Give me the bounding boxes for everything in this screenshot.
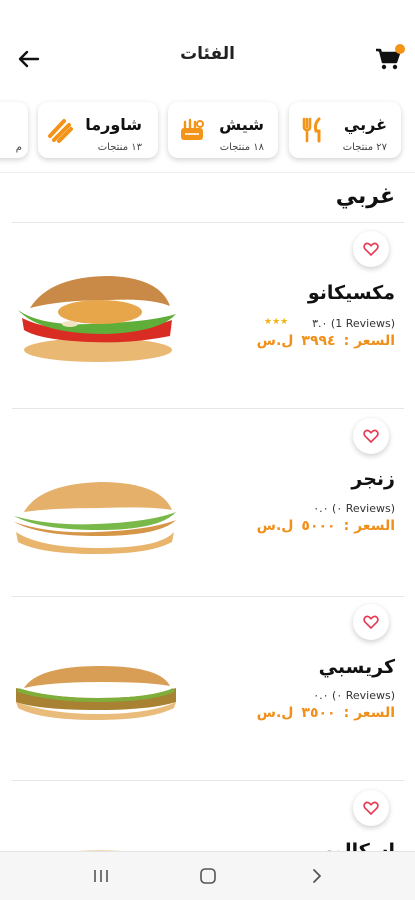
category-card-partial[interactable]: م	[0, 102, 28, 158]
heart-icon	[363, 801, 379, 816]
category-name: غربي	[343, 115, 387, 134]
price-label: السعر :	[343, 705, 395, 721]
category-card-shawarma[interactable]: شاورما ١٣ منتجات	[38, 102, 158, 158]
product-name: مكسيكانو	[307, 282, 395, 304]
category-count: ١٣ منتجات	[97, 142, 142, 153]
heart-icon	[363, 429, 379, 444]
favorite-button[interactable]	[353, 604, 389, 640]
favorite-button[interactable]	[353, 790, 389, 826]
chevron-back-icon	[313, 869, 321, 883]
app-header: الفئات	[0, 0, 415, 100]
product-image	[10, 470, 180, 570]
currency: ل.س	[256, 518, 294, 534]
category-name: شيش	[219, 115, 264, 134]
divider	[12, 408, 404, 409]
fork-knife-icon	[302, 117, 321, 143]
system-nav-bar	[0, 851, 415, 900]
product-name: زنجر	[351, 468, 395, 490]
system-back-button[interactable]	[302, 864, 332, 888]
divider	[12, 222, 404, 223]
product-reviews: ٠.٠ (٠ Reviews)	[313, 502, 395, 515]
price-row: السعر : ٥٠٠٠ ل.س	[249, 518, 395, 534]
heart-icon	[363, 615, 379, 630]
grill-icon	[181, 118, 204, 140]
favorite-button[interactable]	[353, 418, 389, 454]
category-strip[interactable]: غربي ٢٧ منتجات شيش ١٨ منتجات شاورما ١٣ م…	[0, 96, 415, 166]
price-label: السعر :	[343, 518, 395, 534]
product-name: كريسبي	[318, 656, 395, 678]
category-card-shish[interactable]: شيش ١٨ منتجات	[168, 102, 278, 158]
price-row: السعر : ٣٥٠٠ ل.س	[249, 705, 395, 721]
shawarma-icon	[48, 119, 73, 143]
price-value: ٣٥٠٠	[301, 705, 336, 721]
product-image	[10, 650, 180, 750]
recents-button[interactable]	[86, 864, 116, 888]
currency: ل.س	[256, 333, 294, 349]
price-row: السعر : ٣٩٩٤ ل.س	[249, 333, 395, 349]
category-count: ١٨ منتجات	[219, 142, 264, 153]
divider	[12, 780, 404, 781]
divider	[12, 596, 404, 597]
category-count: م	[15, 142, 22, 153]
home-icon	[200, 868, 216, 884]
cart-badge	[395, 44, 405, 54]
category-name: شاورما	[85, 115, 142, 134]
category-card-gharbi[interactable]: غربي ٢٧ منتجات	[289, 102, 401, 158]
cart-button[interactable]	[373, 44, 405, 74]
rating-stars: ★★★	[264, 317, 289, 327]
currency: ل.س	[256, 705, 294, 721]
divider	[0, 172, 415, 173]
category-count: ٢٧ منتجات	[342, 142, 387, 153]
price-value: ٥٠٠٠	[301, 518, 336, 534]
price-value: ٣٩٩٤	[301, 333, 336, 349]
product-image	[10, 270, 180, 370]
home-button[interactable]	[193, 864, 223, 888]
price-label: السعر :	[343, 333, 395, 349]
favorite-button[interactable]	[353, 231, 389, 267]
recents-icon	[94, 870, 108, 882]
heart-icon	[363, 242, 379, 257]
section-title: غربي	[335, 184, 395, 209]
page-title: الفئات	[180, 44, 235, 64]
product-reviews: ٣.٠ (1 Reviews)	[312, 317, 395, 330]
product-reviews: ٠.٠ (٠ Reviews)	[313, 689, 395, 702]
